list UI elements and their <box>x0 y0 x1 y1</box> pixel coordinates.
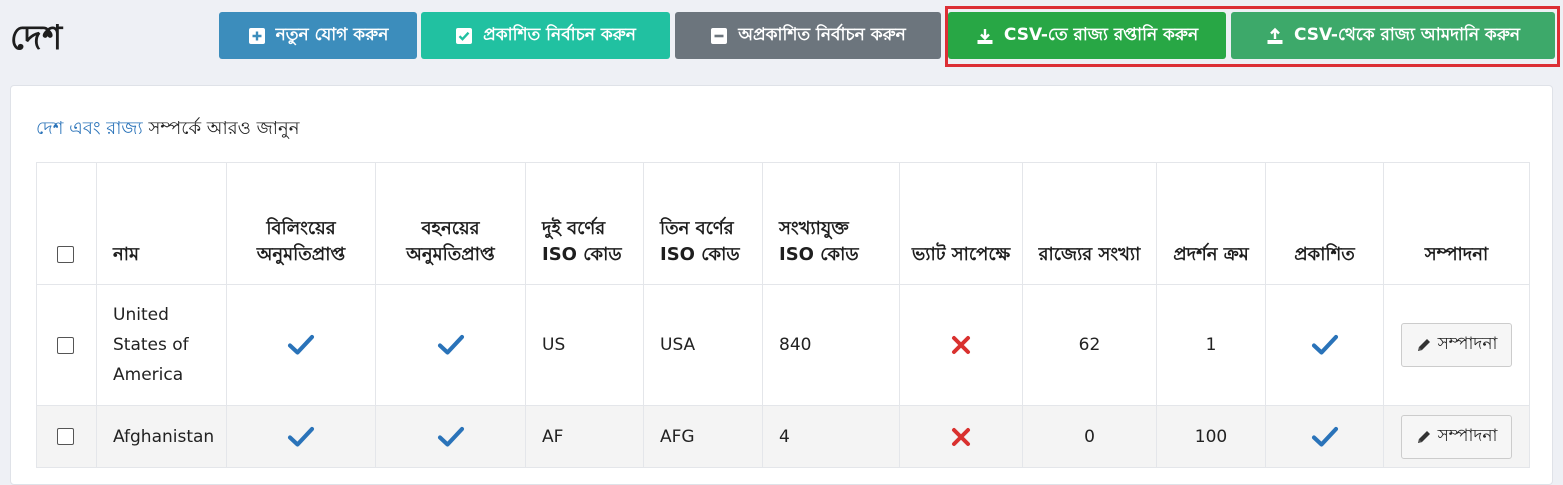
display-order-cell: 100 <box>1156 405 1266 468</box>
cross-icon <box>952 336 970 354</box>
iso3-cell: AFG <box>643 405 763 468</box>
header-billing-allowed[interactable]: বিলিংয়ের অনুমতিপ্রাপ্ত <box>226 162 376 285</box>
iso3-cell: USA <box>643 284 763 406</box>
state-count-cell: 62 <box>1022 284 1157 406</box>
iso2-cell: AF <box>525 405 644 468</box>
header-shipping-allowed[interactable]: বহনয়ের অনুমতিপ্রাপ্ত <box>375 162 526 285</box>
cross-icon <box>952 427 970 446</box>
state-count-cell: 0 <box>1022 405 1157 468</box>
select-unpublished-label: অপ্রকাশিত নির্বাচন করুন <box>738 24 906 45</box>
edit-button[interactable]: সম্পাদনা <box>1400 414 1513 459</box>
row-checkbox[interactable] <box>57 336 74 354</box>
export-states-csv-button[interactable]: CSV-তে রাজ্য রপ্তানি করুন <box>948 12 1226 59</box>
add-new-button[interactable]: নতুন যোগ করুন <box>219 12 417 59</box>
header-two-letter-iso[interactable]: দুই বর্ণের ISO কোড <box>525 162 644 285</box>
header-numeric-iso[interactable]: সংখ্যাযুক্ত ISO কোড <box>762 162 900 285</box>
numeric-iso-cell: 840 <box>762 284 900 406</box>
header-three-letter-iso[interactable]: তিন বর্ণের ISO কোড <box>643 162 763 285</box>
check-icon <box>287 426 315 447</box>
download-icon <box>977 28 993 44</box>
countries-table: নাম বিলিংয়ের অনুমতিপ্রাপ্ত বহনয়ের অনুম… <box>36 162 1530 468</box>
minus-square-icon <box>711 27 728 44</box>
edit-label: সম্পাদনা <box>1437 334 1498 354</box>
display-order-cell: 1 <box>1156 284 1266 406</box>
import-states-csv-label: CSV-থেকে রাজ্য আমদানি করুন <box>1293 24 1521 45</box>
check-icon <box>1311 426 1338 447</box>
check-icon <box>437 334 464 355</box>
country-name: Afghanistan <box>96 405 227 468</box>
header-name[interactable]: নাম <box>96 162 227 285</box>
table-header-row: নাম বিলিংয়ের অনুমতিপ্রাপ্ত বহনয়ের অনুম… <box>36 162 1530 285</box>
select-unpublished-button[interactable]: অপ্রকাশিত নির্বাচন করুন <box>675 12 941 59</box>
add-new-label: নতুন যোগ করুন <box>275 24 389 45</box>
row-checkbox[interactable] <box>57 428 74 445</box>
edit-label: সম্পাদনা <box>1437 425 1498 446</box>
select-published-button[interactable]: প্রকাশিত নির্বাচন করুন <box>421 12 670 59</box>
check-square-icon <box>456 27 473 44</box>
page-title: দেশ <box>10 18 63 58</box>
check-icon <box>287 334 315 355</box>
upload-icon <box>1267 27 1283 44</box>
countries-card: দেশ এবং রাজ্য সম্পর্কে আরও জানুন নাম বিল… <box>10 85 1553 485</box>
select-all-checkbox[interactable] <box>57 246 74 264</box>
select-published-label: প্রকাশিত নির্বাচন করুন <box>483 24 636 45</box>
iso2-cell: US <box>525 284 644 406</box>
numeric-iso-cell: 4 <box>762 405 900 468</box>
pencil-icon <box>1417 339 1430 351</box>
header-display-order[interactable]: প্রদর্শন ক্রম <box>1156 162 1266 285</box>
pencil-icon <box>1417 430 1430 443</box>
select-all-cell <box>36 162 97 285</box>
learn-more-link[interactable]: দেশ এবং রাজ্য <box>36 118 143 139</box>
plus-square-icon <box>248 27 265 44</box>
edit-button[interactable]: সম্পাদনা <box>1400 323 1513 367</box>
header-published[interactable]: প্রকাশিত <box>1265 162 1384 285</box>
check-icon <box>1311 334 1338 355</box>
export-states-csv-label: CSV-তে রাজ্য রপ্তানি করুন <box>1003 24 1199 45</box>
learn-more-text: দেশ এবং রাজ্য সম্পর্কে আরও জানুন <box>36 114 299 145</box>
table-row: United States of America US USA 840 62 1 <box>36 284 1530 406</box>
import-states-csv-button[interactable]: CSV-থেকে রাজ্য আমদানি করুন <box>1231 12 1555 59</box>
check-icon <box>437 426 464 447</box>
header-state-count[interactable]: রাজ্যের সংখ্যা <box>1022 162 1157 285</box>
country-name: United States of America <box>96 284 227 406</box>
header-edit: সম্পাদনা <box>1383 162 1530 285</box>
learn-more-rest: সম্পর্কে আরও জানুন <box>142 118 300 139</box>
header-subject-to-vat[interactable]: ভ্যাট সাপেক্ষে <box>899 162 1023 285</box>
table-row: Afghanistan AF AFG 4 0 100 সম্পাদনা <box>36 405 1530 468</box>
